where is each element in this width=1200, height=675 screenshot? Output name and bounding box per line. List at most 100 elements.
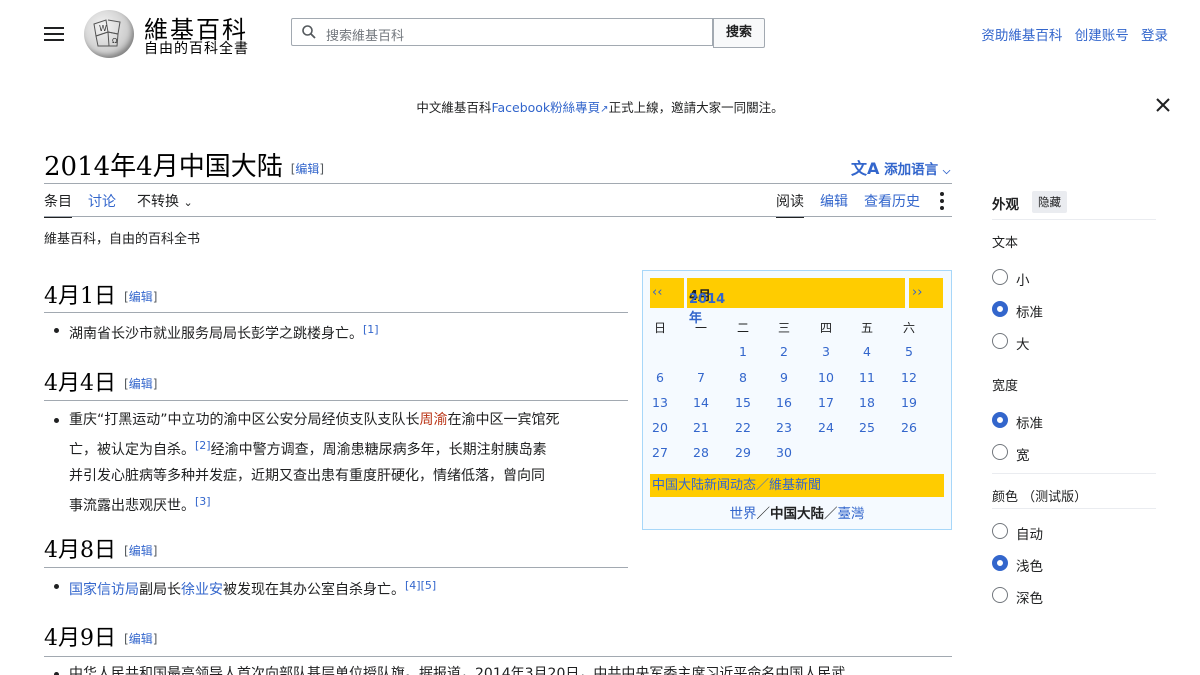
calendar-day-link[interactable]: 14 bbox=[686, 395, 716, 410]
tab-edit[interactable]: 编辑 bbox=[820, 191, 848, 211]
radio-button[interactable] bbox=[992, 301, 1008, 317]
site-notice: 中文維基百科Facebook粉絲專頁↗正式上線，邀請大家一同關注。 bbox=[0, 97, 1200, 116]
tab-talk[interactable]: 讨论 bbox=[88, 191, 116, 211]
news-portal-link[interactable]: 中国大陆新闻动态／維基新聞 bbox=[650, 474, 944, 497]
citation-link[interactable]: [2] bbox=[195, 439, 211, 452]
tabs-divider bbox=[44, 216, 952, 217]
calendar-day-link[interactable]: 19 bbox=[894, 395, 924, 410]
language-icon: 文A bbox=[851, 159, 880, 178]
search-placeholder: 搜索維基百科 bbox=[326, 29, 405, 44]
user-links: 资助維基百科 创建账号 登录 bbox=[973, 24, 1168, 44]
next-month-button[interactable]: ›› bbox=[909, 278, 943, 308]
calendar-day-link[interactable]: 15 bbox=[728, 395, 758, 410]
width-label: 宽度 bbox=[992, 379, 1019, 394]
list-item-text: 被发现在其办公室自杀身亡。 bbox=[223, 582, 405, 598]
title-edit-link[interactable]: [编辑] bbox=[291, 162, 324, 176]
tab-history[interactable]: 查看历史 bbox=[864, 191, 920, 211]
calendar-day-link[interactable]: 2 bbox=[769, 344, 799, 359]
prev-month-button[interactable]: ‹‹ bbox=[650, 278, 684, 308]
calendar-day-link[interactable]: 1 bbox=[728, 344, 758, 359]
weekday-header: 二 bbox=[736, 321, 749, 335]
link-xinfang-bureau[interactable]: 国家信访局 bbox=[69, 582, 139, 598]
calendar-day-link[interactable]: 10 bbox=[811, 370, 841, 385]
calendar-day-link[interactable]: 7 bbox=[686, 370, 716, 385]
calendar-day-link[interactable]: 22 bbox=[728, 420, 758, 435]
calendar-day-link[interactable]: 9 bbox=[769, 370, 799, 385]
calendar-day-link[interactable]: 18 bbox=[852, 395, 882, 410]
calendar-day-link[interactable]: 5 bbox=[894, 344, 924, 359]
calendar-day-link[interactable]: 4 bbox=[852, 344, 882, 359]
list-item-text: 经渝中警方调查，周渝患糖尿病多年，长期注射胰岛素 bbox=[210, 442, 547, 458]
section-edit-link[interactable]: [编辑] bbox=[124, 544, 157, 558]
donate-link[interactable]: 资助維基百科 bbox=[981, 28, 1062, 44]
wikipedia-globe-logo[interactable]: W Ω bbox=[84, 10, 134, 58]
calendar-day-link[interactable]: 26 bbox=[894, 420, 924, 435]
list-item: 湖南省长沙市就业服务局局长彭学之跳楼身亡。[1] bbox=[54, 317, 379, 347]
radio-button[interactable] bbox=[992, 444, 1008, 460]
color-option-label: 深色 bbox=[1016, 591, 1043, 607]
calendar-day-link[interactable]: 24 bbox=[811, 420, 841, 435]
radio-button[interactable] bbox=[992, 412, 1008, 428]
notice-facebook-link[interactable]: Facebook粉絲專頁 bbox=[491, 100, 600, 115]
radio-button[interactable] bbox=[992, 269, 1008, 285]
hide-appearance-button[interactable]: 隐藏 bbox=[1032, 191, 1067, 213]
calendar-day-link[interactable]: 13 bbox=[645, 395, 675, 410]
tab-article[interactable]: 条目 bbox=[44, 191, 72, 218]
search-button[interactable]: 搜索 bbox=[713, 18, 765, 48]
variant-dropdown[interactable]: 不转换 ⌄ bbox=[137, 191, 193, 211]
radio-button[interactable] bbox=[992, 587, 1008, 603]
list-item-text: 亡，被认定为自杀。 bbox=[69, 442, 195, 458]
main-menu-button[interactable] bbox=[44, 24, 64, 42]
create-account-link[interactable]: 创建账号 bbox=[1075, 28, 1129, 44]
calendar-day-link[interactable]: 12 bbox=[894, 370, 924, 385]
edit-link-text[interactable]: 编辑 bbox=[129, 632, 153, 646]
citation-link[interactable]: [3] bbox=[195, 495, 211, 508]
calendar-day-link[interactable]: 11 bbox=[852, 370, 882, 385]
weekday-header: 一 bbox=[694, 321, 707, 335]
calendar-day-link[interactable]: 21 bbox=[686, 420, 716, 435]
calendar-day-link[interactable]: 27 bbox=[645, 445, 675, 460]
section-heading-text: 4月8日 bbox=[44, 538, 116, 563]
citation-link[interactable]: [4][5] bbox=[405, 579, 436, 592]
notice-text: 中文維基百科 bbox=[416, 100, 492, 115]
appearance-divider bbox=[992, 219, 1156, 220]
calendar-day-link[interactable]: 8 bbox=[728, 370, 758, 385]
calendar-day-link[interactable]: 28 bbox=[686, 445, 716, 460]
section-edit-link[interactable]: [编辑] bbox=[124, 632, 157, 646]
calendar-day-link[interactable]: 16 bbox=[769, 395, 799, 410]
radio-button[interactable] bbox=[992, 523, 1008, 539]
edit-link-text[interactable]: 编辑 bbox=[129, 377, 153, 391]
edit-link-text[interactable]: 编辑 bbox=[129, 544, 153, 558]
calendar-day-link[interactable]: 3 bbox=[811, 344, 841, 359]
login-link[interactable]: 登录 bbox=[1141, 28, 1168, 44]
calendar-day-link[interactable]: 23 bbox=[769, 420, 799, 435]
edit-link-text[interactable]: 编辑 bbox=[129, 290, 153, 304]
calendar-month-title[interactable]: 2014年 4月 bbox=[687, 278, 905, 326]
page-title-text: 2014年4月中国大陆 bbox=[44, 152, 283, 182]
calendar-day-link[interactable]: 29 bbox=[728, 445, 758, 460]
calendar-day-link[interactable]: 17 bbox=[811, 395, 841, 410]
weekday-header: 六 bbox=[902, 321, 915, 335]
close-icon[interactable] bbox=[1154, 96, 1172, 114]
more-actions-icon[interactable] bbox=[940, 192, 946, 210]
radio-button[interactable] bbox=[992, 555, 1008, 571]
section-edit-link[interactable]: [编辑] bbox=[124, 377, 157, 391]
calendar-day-link[interactable]: 30 bbox=[769, 445, 799, 460]
list-item-text: 事流露出悲观厌世。 bbox=[69, 498, 195, 514]
edit-link-text[interactable]: 编辑 bbox=[295, 162, 319, 176]
calendar-day-link[interactable]: 25 bbox=[852, 420, 882, 435]
tab-read[interactable]: 阅读 bbox=[776, 191, 804, 218]
region-world-link[interactable]: 世界 bbox=[730, 506, 757, 522]
search-input[interactable]: 搜索維基百科 bbox=[291, 18, 713, 46]
link-xu-yean[interactable]: 徐业安 bbox=[181, 582, 223, 598]
citation-link[interactable]: [1] bbox=[363, 323, 379, 336]
redlink-zhouyu[interactable]: 周渝 bbox=[420, 412, 448, 428]
section-divider bbox=[44, 312, 628, 313]
radio-button[interactable] bbox=[992, 333, 1008, 349]
hamburger-icon bbox=[44, 27, 64, 29]
section-edit-link[interactable]: [编辑] bbox=[124, 290, 157, 304]
calendar-day-link[interactable]: 6 bbox=[645, 370, 675, 385]
calendar-day-link[interactable]: 20 bbox=[645, 420, 675, 435]
add-languages-button[interactable]: 文A 添加语言 ⌵ bbox=[851, 155, 950, 179]
region-taiwan-link[interactable]: 臺灣 bbox=[838, 506, 865, 522]
